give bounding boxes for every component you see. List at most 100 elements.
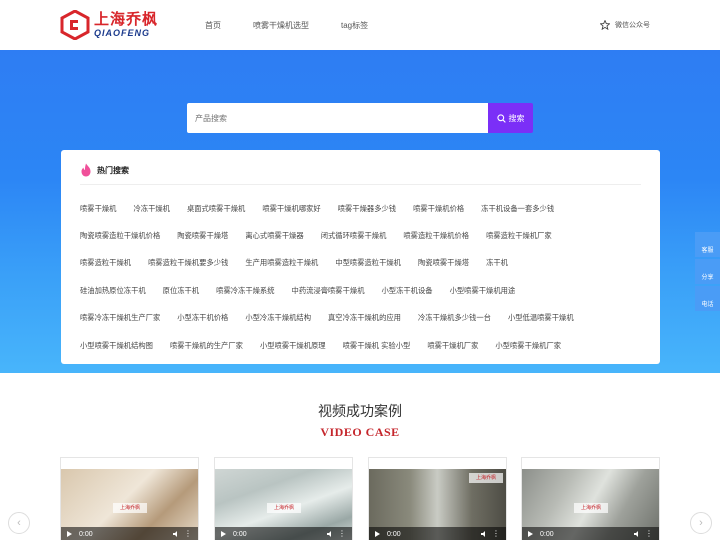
hot-tag-link[interactable]: 冻干机 xyxy=(486,258,508,268)
nav-home[interactable]: 首页 xyxy=(205,20,221,31)
video-controls: 0:00 ⋮ xyxy=(215,527,352,540)
hot-tag-link[interactable]: 陶瓷喷雾干燥塔 xyxy=(177,231,228,241)
logo[interactable]: 上海乔枫 QIAOFENG xyxy=(60,8,160,42)
hot-tag-link[interactable]: 喷雾干燥器多少钱 xyxy=(338,204,396,214)
video-carousel: 上海乔枫 0:00 ⋮ 上海乔枫 0:00 ⋮ 上海乔枫 0:00 ⋮ 上海乔枫… xyxy=(60,457,660,540)
hot-tag-link[interactable]: 陶瓷喷雾造粒干燥机价格 xyxy=(80,231,160,241)
hot-tag-link[interactable]: 小型冷冻干燥机结构 xyxy=(245,313,311,323)
hot-tag-row: 陶瓷喷雾造粒干燥机价格 陶瓷喷雾干燥塔 离心式喷雾干燥器 闭式循环喷雾干燥机 喷雾造粒干… xyxy=(80,222,650,249)
video-thumbnail[interactable]: 上海乔枫 0:00 ⋮ xyxy=(215,469,352,540)
volume-icon[interactable] xyxy=(634,531,641,537)
hot-tag-link[interactable]: 小型冻干机价格 xyxy=(177,313,228,323)
hot-tag-row: 喷雾冷冻干燥机生产厂家 小型冻干机价格 小型冷冻干燥机结构 真空冷冻干燥机的应用 冷冻干… xyxy=(80,305,650,332)
logo-hexagon-icon xyxy=(60,10,90,40)
hot-tag-link[interactable]: 原位冻干机 xyxy=(163,286,199,296)
hot-tag-link[interactable]: 冷冻干燥机多少钱一台 xyxy=(418,313,491,323)
hot-tag-link[interactable]: 陶瓷喷雾干燥塔 xyxy=(418,258,469,268)
video-controls: 0:00 ⋮ xyxy=(61,527,198,540)
hot-tag-link[interactable]: 中药流浸膏喷雾干燥机 xyxy=(292,286,365,296)
hot-tag-link[interactable]: 小型喷雾干燥机厂家 xyxy=(495,341,561,351)
side-phone[interactable]: 电话 xyxy=(695,286,720,311)
carousel-next-button[interactable]: › xyxy=(690,512,712,534)
video-card[interactable]: 上海乔枫 0:00 ⋮ xyxy=(60,457,199,540)
hot-tag-row: 喷雾造粒干燥机 喷雾造粒干燥机要多少钱 生产用喷雾造粒干燥机 中型喷雾造粒干燥机 陶瓷喷… xyxy=(80,250,650,277)
hot-tag-link[interactable]: 喷雾干燥机价格 xyxy=(413,204,464,214)
hot-tag-link[interactable]: 喷雾干燥机 xyxy=(80,204,116,214)
hot-search-card: 热门搜索 喷雾干燥机 冷冻干燥机 桌面式喷雾干燥机 喷雾干燥机哪家好 喷雾干燥器多少钱喷… xyxy=(61,150,660,364)
video-watermark: 上海乔枫 xyxy=(113,503,147,513)
video-card[interactable]: 上海乔枫 0:00 ⋮ xyxy=(368,457,507,540)
wechat-link[interactable]: 微信公众号 xyxy=(600,0,650,50)
nav-tags[interactable]: tag标签 xyxy=(341,20,368,31)
hot-tag-link[interactable]: 冷冻干燥机 xyxy=(133,204,169,214)
video-section-subtitle: VIDEO CASE xyxy=(320,425,400,439)
fire-icon xyxy=(81,163,91,177)
hot-tag-link[interactable]: 冻干机设备一套多少钱 xyxy=(481,204,554,214)
hot-tag-row: 硅油加热原位冻干机 原位冻干机 喷雾冷冻干燥系统 中药流浸膏喷雾干燥机 小型冻干机设备 小… xyxy=(80,277,650,304)
video-thumbnail[interactable]: 上海乔枫 0:00 ⋮ xyxy=(369,469,506,540)
search-input[interactable] xyxy=(187,103,488,133)
hot-tag-link[interactable]: 喷雾干燥机厂家 xyxy=(427,341,478,351)
video-watermark: 上海乔枫 xyxy=(267,503,301,513)
video-watermark: 上海乔枫 xyxy=(574,503,608,513)
hot-search-title: 热门搜索 xyxy=(97,165,129,175)
volume-icon[interactable] xyxy=(327,531,334,537)
video-controls: 0:00 ⋮ xyxy=(522,527,659,540)
hot-tag-link[interactable]: 喷雾干燥机的生产厂家 xyxy=(170,341,243,351)
nav-spray-dryer-selection[interactable]: 喷雾干燥机选型 xyxy=(253,20,309,31)
hot-tag-link[interactable]: 小型喷雾干燥机原理 xyxy=(260,341,326,351)
hot-tag-link[interactable]: 小型冻干机设备 xyxy=(382,286,433,296)
hot-tag-link[interactable]: 喷雾冷冻干燥机生产厂家 xyxy=(80,313,160,323)
hot-tag-link[interactable]: 真空冷冻干燥机的应用 xyxy=(328,313,401,323)
hot-tag-link[interactable]: 桌面式喷雾干燥机 xyxy=(187,204,245,214)
hot-tag-link[interactable]: 喷雾干燥机 实验小型 xyxy=(343,341,411,351)
more-icon[interactable]: ⋮ xyxy=(645,529,653,539)
wechat-label: 微信公众号 xyxy=(615,22,650,29)
hot-tag-link[interactable]: 喷雾造粒干燥机价格 xyxy=(403,231,469,241)
video-time: 0:00 xyxy=(540,530,554,538)
search-icon xyxy=(496,113,506,123)
carousel-prev-button[interactable]: ‹ xyxy=(8,512,30,534)
hot-tag-link[interactable]: 喷雾造粒干燥机厂家 xyxy=(486,231,552,241)
volume-icon[interactable] xyxy=(481,531,488,537)
logo-en: QIAOFENG xyxy=(94,28,151,38)
video-time: 0:00 xyxy=(387,530,401,538)
hot-tag-link[interactable]: 喷雾干燥机哪家好 xyxy=(262,204,320,214)
play-icon[interactable] xyxy=(221,531,226,537)
more-icon[interactable]: ⋮ xyxy=(338,529,346,539)
hot-tag-link[interactable]: 喷雾造粒干燥机 xyxy=(80,258,131,268)
hot-tag-link[interactable]: 中型喷雾造粒干燥机 xyxy=(335,258,401,268)
main-nav: 首页 喷雾干燥机选型 tag标签 xyxy=(205,0,400,50)
more-icon[interactable]: ⋮ xyxy=(184,529,192,539)
video-time: 0:00 xyxy=(233,530,247,538)
hot-tag-link[interactable]: 闭式循环喷雾干燥机 xyxy=(321,231,387,241)
divider xyxy=(80,184,641,185)
video-thumbnail[interactable]: 上海乔枫 0:00 ⋮ xyxy=(522,469,659,540)
hot-tag-link[interactable]: 喷雾冷冻干燥系统 xyxy=(216,286,274,296)
hot-tag-link[interactable]: 小型喷雾干燥机结构图 xyxy=(80,341,153,351)
hot-tag-link[interactable]: 小型喷雾干燥机用途 xyxy=(450,286,516,296)
logo-cn: 上海乔枫 xyxy=(94,10,159,28)
hot-tag-link[interactable]: 小型低温喷雾干燥机 xyxy=(508,313,574,323)
side-float-bar: 客服 分享 电话 xyxy=(695,232,720,313)
search-button[interactable]: 搜索 xyxy=(488,103,533,133)
chevron-left-icon: ‹ xyxy=(17,517,21,529)
volume-icon[interactable] xyxy=(173,531,180,537)
hot-tag-link[interactable]: 喷雾造粒干燥机要多少钱 xyxy=(148,258,228,268)
video-card[interactable]: 上海乔枫 0:00 ⋮ xyxy=(521,457,660,540)
hot-tag-list: 喷雾干燥机 冷冻干燥机 桌面式喷雾干燥机 喷雾干燥机哪家好 喷雾干燥器多少钱 喷雾干燥机价… xyxy=(80,195,650,359)
video-thumbnail[interactable]: 上海乔枫 0:00 ⋮ xyxy=(61,469,198,540)
side-share[interactable]: 分享 xyxy=(695,259,720,284)
video-time: 0:00 xyxy=(79,530,93,538)
video-card[interactable]: 上海乔枫 0:00 ⋮ xyxy=(214,457,353,540)
more-icon[interactable]: ⋮ xyxy=(492,529,500,539)
play-icon[interactable] xyxy=(375,531,380,537)
hot-tag-link[interactable]: 硅油加热原位冻干机 xyxy=(80,286,146,296)
hot-tag-link[interactable]: 离心式喷雾干燥器 xyxy=(245,231,303,241)
play-icon[interactable] xyxy=(67,531,72,537)
video-controls: 0:00 ⋮ xyxy=(369,527,506,540)
star-icon xyxy=(600,20,610,30)
play-icon[interactable] xyxy=(528,531,533,537)
side-customer-service[interactable]: 客服 xyxy=(695,232,720,257)
hot-tag-link[interactable]: 生产用喷雾造粒干燥机 xyxy=(245,258,318,268)
